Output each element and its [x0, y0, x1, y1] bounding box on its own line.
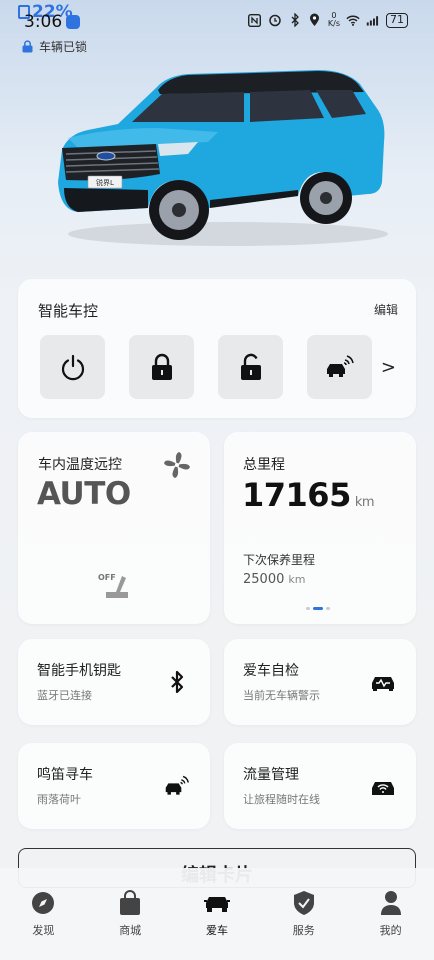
smart-control-edit-button[interactable]: 编辑 [374, 301, 398, 318]
self-check-card[interactable]: 爱车自检 当前无车辆警示 [224, 639, 416, 725]
next-service-value: 25000 [243, 572, 285, 587]
horn-flash-button[interactable] [307, 335, 372, 399]
lock-status-icon [22, 40, 33, 53]
smart-control-title: 智能车控 [38, 302, 99, 320]
lock-status: 车辆已锁 [22, 38, 87, 55]
odometer-card[interactable]: 总里程 17165 km 下次保养里程 25000 km [224, 432, 416, 624]
net-speed-unit: K/s [327, 19, 340, 28]
power-button[interactable] [40, 335, 105, 399]
page-dot [306, 607, 310, 610]
location-icon [308, 13, 322, 27]
bottom-nav: 发现 商城 爱车 服务 我的 [0, 868, 434, 960]
horn-car-icon [326, 355, 354, 377]
unlock-icon [240, 353, 261, 380]
power-icon [61, 354, 84, 381]
odometer-title: 总里程 [243, 457, 285, 473]
alarm-icon [268, 13, 282, 27]
nav-mall[interactable]: 商城 [100, 890, 160, 960]
odometer-value: 17165 [242, 476, 351, 514]
climate-value: AUTO [37, 476, 131, 512]
net-speed: 0 K/s [328, 12, 340, 28]
odometer-unit: km [354, 495, 375, 510]
lock-icon [151, 353, 172, 380]
signal-icon [366, 13, 380, 27]
phone-key-subtitle: 蓝牙已连接 [37, 689, 92, 702]
data-manage-subtitle: 让旅程随时在线 [243, 793, 320, 806]
car-wifi-icon [370, 773, 396, 799]
climate-title: 车内温度远控 [38, 457, 122, 473]
nav-label: 我的 [379, 924, 402, 937]
more-controls-arrow[interactable]: > [381, 357, 396, 378]
horn-find-card[interactable]: 鸣笛寻车 雨落荷叶 [18, 743, 210, 829]
climate-card[interactable]: 车内温度远控 AUTO OFF [18, 432, 210, 624]
page-indicator [306, 607, 330, 610]
clock: 3:06 [24, 12, 81, 32]
app-notification-icon [66, 15, 81, 29]
nav-label: 服务 [292, 924, 315, 937]
unlock-button[interactable] [218, 335, 283, 399]
lock-status-text: 车辆已锁 [39, 40, 88, 54]
compass-icon [30, 890, 56, 916]
horn-find-title: 鸣笛寻车 [37, 767, 93, 783]
car-diagnostic-icon [370, 669, 396, 695]
data-manage-card[interactable]: 流量管理 让旅程随时在线 [224, 743, 416, 829]
nfc-icon [248, 13, 262, 27]
seat-heat-icon[interactable]: OFF [98, 572, 132, 600]
bluetooth-icon [164, 669, 190, 695]
nav-label: 爱车 [205, 924, 228, 937]
nav-profile[interactable]: 我的 [361, 890, 421, 960]
nav-label: 商城 [119, 924, 142, 937]
bag-icon [117, 890, 143, 916]
next-service-row: 25000 km [243, 572, 305, 587]
horn-car-icon [164, 773, 190, 799]
self-check-subtitle: 当前无车辆警示 [243, 689, 320, 702]
wifi-icon [346, 13, 360, 27]
bluetooth-icon [288, 13, 302, 27]
horn-find-subtitle: 雨落荷叶 [37, 793, 81, 806]
fan-icon[interactable] [162, 450, 192, 480]
phone-key-card[interactable]: 智能手机钥匙 蓝牙已连接 [18, 639, 210, 725]
phone-key-title: 智能手机钥匙 [37, 663, 121, 679]
nav-label: 发现 [32, 924, 55, 937]
nav-discover[interactable]: 发现 [13, 890, 73, 960]
person-icon [378, 890, 404, 916]
lock-button[interactable] [129, 335, 194, 399]
plate-text: 锐界L [96, 178, 114, 187]
next-service-label: 下次保养里程 [243, 553, 316, 567]
page-dot [326, 607, 330, 610]
car-image: 锐界L [58, 70, 388, 246]
self-check-title: 爱车自检 [243, 663, 299, 679]
page-dot-active [313, 607, 323, 610]
system-icons: 0 K/s 71 [248, 12, 408, 28]
phone-battery: 71 [386, 12, 408, 28]
odometer-value-row: 17165 km [242, 476, 375, 514]
nav-my-car[interactable]: 爱车 [187, 890, 247, 960]
car-icon [203, 890, 230, 916]
seat-heat-state: OFF [98, 573, 116, 582]
smart-control-card: 智能车控 编辑 > [18, 279, 416, 418]
time-text: 3:06 [24, 12, 63, 32]
status-bar: 22% 3:06 0 K/s 71 [0, 0, 434, 36]
data-manage-title: 流量管理 [243, 767, 299, 783]
shield-check-icon [291, 890, 317, 916]
next-service-unit: km [288, 573, 306, 586]
nav-service[interactable]: 服务 [274, 890, 334, 960]
